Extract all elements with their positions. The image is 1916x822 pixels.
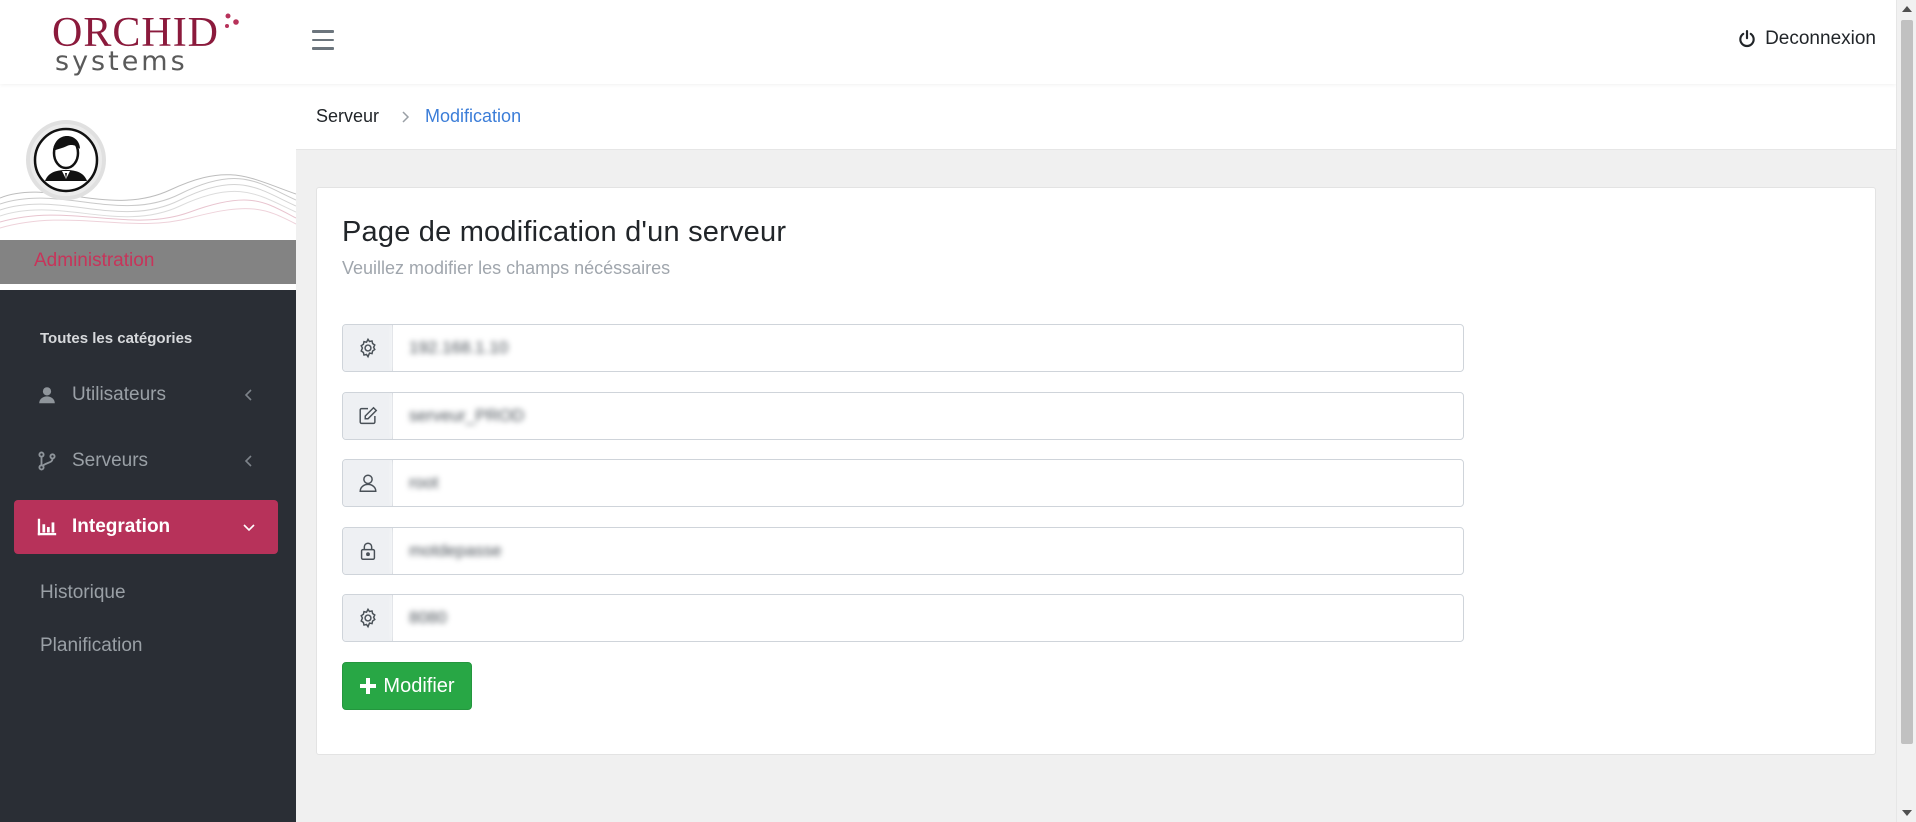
user-icon (358, 474, 377, 492)
sidebar-item-integration[interactable]: Integration (14, 500, 278, 554)
logo-text-systems: systems (55, 46, 188, 77)
field-addon (343, 528, 393, 574)
password-input[interactable] (393, 528, 1463, 574)
logout-button[interactable]: Deconnexion (1737, 28, 1876, 50)
sidebar-item-label: Integration (72, 516, 171, 537)
sidebar-subitem-historique[interactable]: Historique (40, 582, 126, 604)
breadcrumb-current: Modification (425, 106, 522, 126)
port-field (342, 594, 1464, 642)
page-scrollbar[interactable] (1896, 0, 1916, 822)
hamburger-line (312, 47, 334, 50)
sidebar-item-label: Utilisateurs (72, 384, 166, 405)
sidebar-item-utilisateurs[interactable]: Utilisateurs (14, 368, 278, 422)
sidebar: Administration Toutes les catégories Uti… (0, 84, 296, 822)
git-branch-icon (38, 451, 56, 471)
lock-icon (360, 542, 375, 560)
edit-server-card: Page de modification d'un serveur Veuill… (316, 187, 1876, 755)
field-addon (343, 460, 393, 506)
server-name-field (342, 392, 1464, 440)
chevron-left-icon (244, 455, 252, 467)
hamburger-line (312, 38, 334, 41)
sidebar-item-serveurs[interactable]: Serveurs (14, 434, 278, 488)
password-field (342, 527, 1464, 575)
scroll-up-arrow-icon[interactable] (1902, 6, 1912, 12)
chevron-down-icon (243, 524, 255, 532)
field-addon (343, 393, 393, 439)
server-address-field (342, 324, 1464, 372)
edit-icon (358, 406, 377, 425)
sidebar-item-label: Serveurs (72, 450, 149, 471)
modifier-button[interactable]: Modifier (342, 662, 472, 710)
gear-icon (359, 607, 376, 629)
category-heading: Toutes les catégories (40, 330, 193, 347)
scrollbar-thumb[interactable] (1901, 20, 1913, 744)
orchid-systems-logo[interactable]: ORCHID systems (52, 12, 242, 77)
server-address-input[interactable] (393, 325, 1463, 371)
field-addon (343, 595, 393, 641)
bar-chart-icon (37, 518, 57, 536)
modifier-label: Modifier (383, 674, 455, 697)
username-field (342, 459, 1464, 507)
chevron-right-icon (402, 110, 410, 123)
user-icon (39, 387, 55, 404)
avatar[interactable] (26, 120, 106, 200)
profile-panel: Administration (0, 84, 296, 290)
menu-toggle-button[interactable] (312, 30, 336, 50)
power-icon (1739, 30, 1755, 48)
hamburger-line (312, 30, 334, 33)
gear-icon (359, 337, 376, 359)
sidebar-subitem-planification[interactable]: Planification (40, 635, 142, 657)
role-label: Administration (34, 250, 155, 271)
user-avatar-icon (33, 127, 99, 193)
breadcrumb-serveur[interactable]: Serveur (316, 106, 379, 127)
server-name-input[interactable] (393, 393, 1463, 439)
field-addon (343, 325, 393, 371)
port-input[interactable] (393, 595, 1463, 641)
chevron-left-icon (244, 389, 252, 401)
top-header: ORCHID systems Deconnexion (0, 0, 1896, 84)
page-title: Page de modification d'un serveur (342, 216, 787, 248)
role-band: Administration (0, 240, 296, 284)
logout-label: Deconnexion (1765, 28, 1876, 49)
username-input[interactable] (393, 460, 1463, 506)
scroll-down-arrow-icon[interactable] (1902, 810, 1912, 816)
breadcrumb: Serveur Modification (296, 84, 1896, 150)
logo-dots-icon (225, 13, 239, 28)
page-subtitle: Veuillez modifier les champs nécéssaires (342, 258, 671, 278)
plus-icon (360, 678, 377, 694)
